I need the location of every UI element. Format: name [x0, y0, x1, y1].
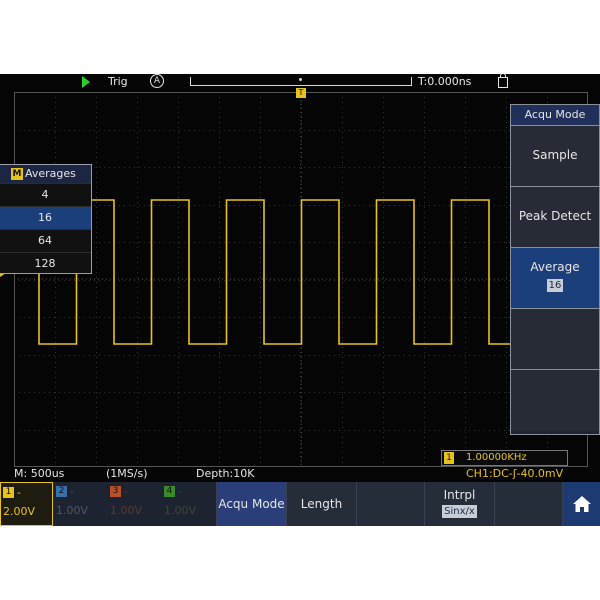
channel-number-badge: 4 — [164, 486, 175, 497]
channel-1-box[interactable]: 1 - 2.00V — [0, 482, 53, 526]
softkey-label: Intrpl — [443, 488, 476, 502]
averages-popup-header: M Averages — [0, 165, 91, 183]
channel-scale: 1.00V — [110, 504, 143, 517]
menu-item-label: Sample — [532, 148, 578, 162]
ch1-waveform-trace — [14, 199, 588, 345]
menu-item-sample[interactable]: Sample — [511, 126, 599, 187]
trigger-source-readout: CH1:DC-ʃ-40.0mV — [466, 467, 564, 480]
run-status-icon — [82, 76, 90, 88]
menu-item-label — [511, 370, 599, 392]
frequency-channel-badge: 1 — [444, 452, 454, 464]
waveform-grid — [14, 92, 588, 467]
multipurpose-badge: M — [11, 168, 23, 180]
acqu-mode-menu: Acqu Mode Sample Peak Detect Average 16 — [510, 104, 600, 435]
frequency-readout: 1 1.00000KHz — [441, 450, 568, 466]
channel-coupling-mark: - — [178, 485, 182, 498]
averages-option[interactable]: 128 — [0, 252, 91, 275]
averages-option[interactable]: 4 — [0, 183, 91, 206]
oscilloscope-screen: Trig A T:0.000ns T M Averages 4 16 64 12… — [0, 74, 600, 526]
bottom-softkey-bar: 1 - 2.00V 2 - 1.00V 3 - 1.00V 4 - 1.00V … — [0, 482, 600, 526]
menu-item-label: Peak Detect — [518, 209, 592, 223]
channel-scale: 2.00V — [3, 505, 36, 518]
acqu-mode-softkey[interactable]: Acqu Mode — [216, 482, 286, 526]
frequency-value: 1.00000KHz — [466, 452, 527, 463]
menu-item-empty[interactable] — [511, 309, 599, 370]
softkey-label: Acqu Mode — [218, 497, 285, 511]
average-count-value: 16 — [546, 279, 564, 292]
trigger-mode-badge: A — [150, 74, 164, 88]
channel-scale: 1.00V — [56, 504, 89, 517]
averages-popup-title: Averages — [25, 167, 76, 180]
menu-item-peak-detect[interactable]: Peak Detect — [511, 187, 599, 248]
channel-2-box[interactable]: 2 - 1.00V — [54, 482, 108, 526]
channel-scale: 1.00V — [164, 504, 197, 517]
menu-item-label — [511, 309, 599, 331]
length-softkey[interactable]: Length — [286, 482, 356, 526]
trigger-position-marker: T — [296, 88, 306, 98]
menu-item-average[interactable]: Average 16 — [511, 248, 599, 309]
menu-title: Acqu Mode — [511, 105, 599, 126]
trig-status-label: Trig — [108, 75, 128, 88]
blank-softkey[interactable] — [494, 482, 562, 526]
channel-coupling-mark: - — [70, 485, 74, 498]
memory-position-bar — [190, 77, 412, 86]
intrpl-value: Sinx/x — [442, 505, 477, 518]
memory-depth-readout: Depth:10K — [196, 467, 255, 480]
home-button[interactable] — [562, 482, 600, 526]
home-icon — [573, 496, 591, 512]
lock-icon — [498, 74, 508, 88]
intrpl-softkey[interactable]: Intrpl Sinx/x — [424, 482, 494, 526]
menu-item-empty[interactable] — [511, 370, 599, 431]
channel-number-badge: 1 — [3, 487, 14, 498]
channel-coupling-mark: - — [124, 485, 128, 498]
blank-softkey[interactable] — [356, 482, 424, 526]
averages-popup: M Averages 4 16 64 128 — [0, 164, 92, 274]
memory-position-dot — [299, 78, 302, 81]
sample-rate-readout: (1MS/s) — [106, 467, 148, 480]
channel-4-box[interactable]: 4 - 1.00V — [162, 482, 216, 526]
channel-3-box[interactable]: 3 - 1.00V — [108, 482, 162, 526]
timebase-readout: M: 500us — [14, 467, 65, 480]
channel-number-badge: 2 — [56, 486, 67, 497]
menu-item-label: Average — [530, 260, 580, 274]
acquisition-status-row: M: 500us (1MS/s) Depth:10K CH1:DC-ʃ-40.0… — [0, 467, 600, 481]
averages-option[interactable]: 64 — [0, 229, 91, 252]
channel-number-badge: 3 — [110, 486, 121, 497]
time-offset-readout: T:0.000ns — [418, 75, 472, 88]
softkey-label: Length — [300, 497, 343, 511]
averages-option-selected[interactable]: 16 — [0, 206, 91, 229]
channel-coupling-mark: - — [17, 486, 21, 499]
